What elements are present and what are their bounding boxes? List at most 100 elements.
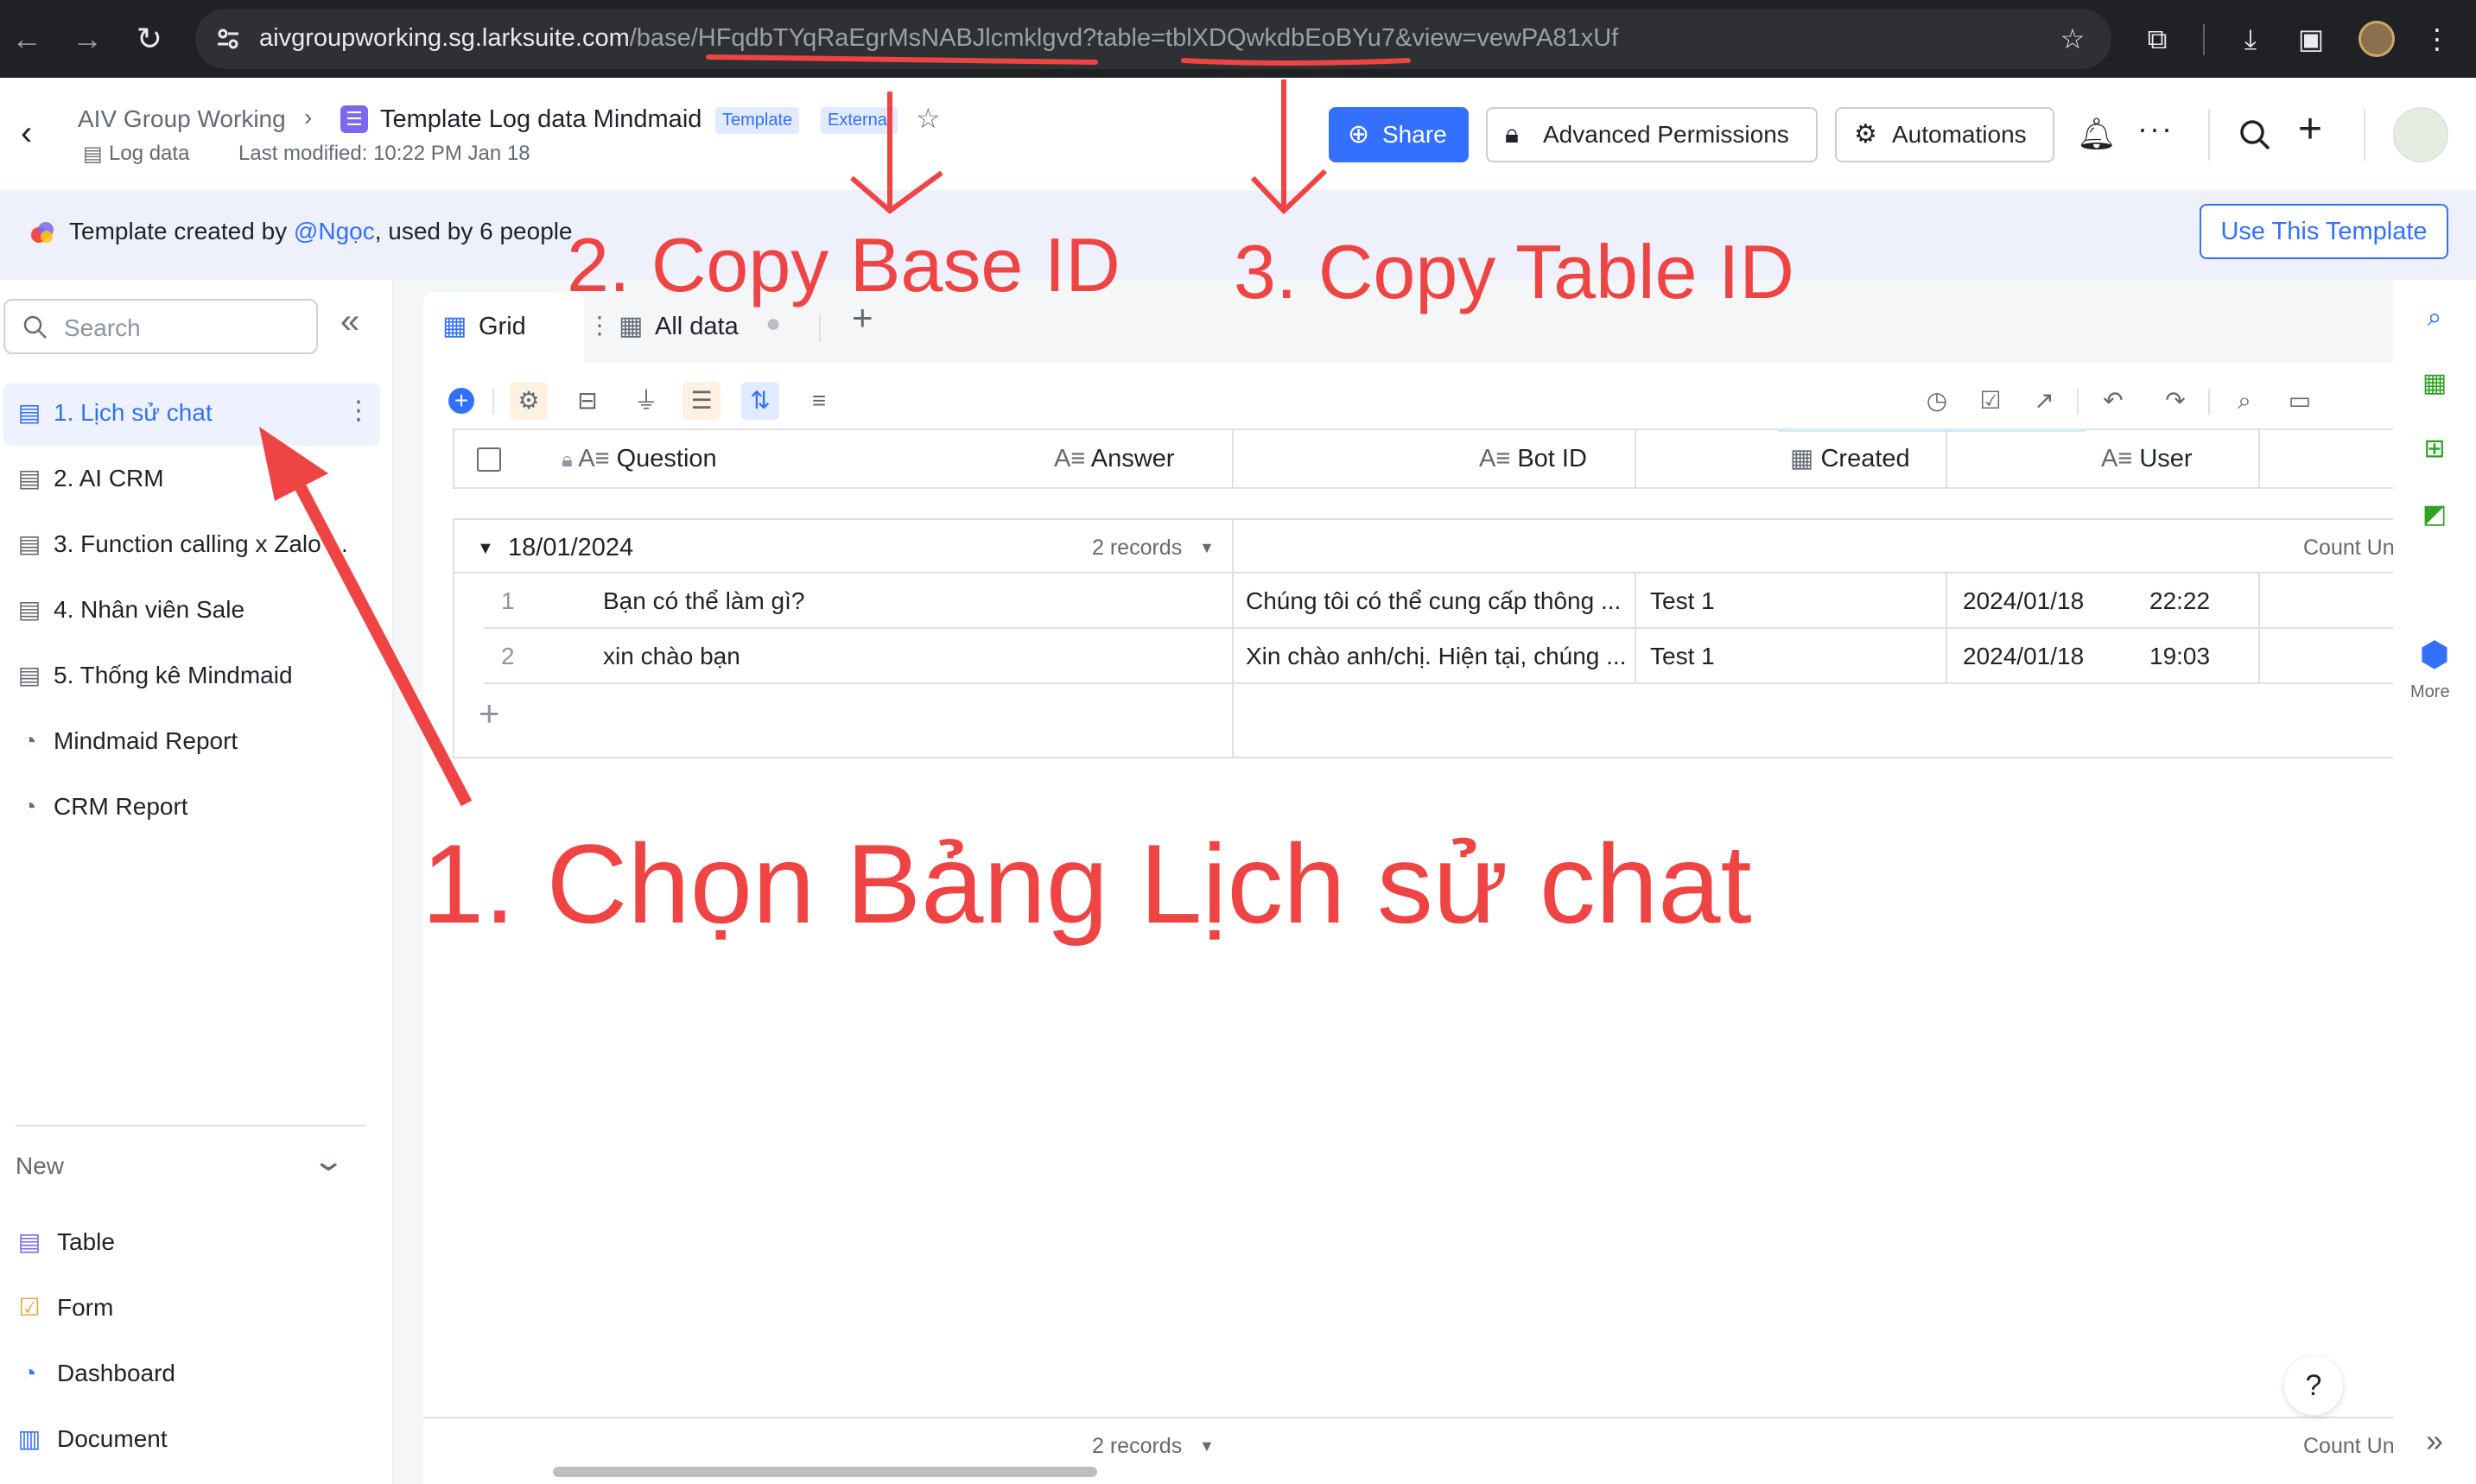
row-height-icon[interactable]: ≡ <box>800 382 838 420</box>
tab-all-data-label: All data <box>655 313 739 340</box>
sidebar-item-label: Mindmaid Report <box>54 727 238 754</box>
select-all-checkbox[interactable] <box>477 447 501 472</box>
add-icon[interactable]: + <box>2298 105 2322 153</box>
plugin-cube-icon[interactable]: ⬢ <box>2414 634 2455 675</box>
share-view-icon[interactable]: ↗ <box>2025 382 2063 420</box>
new-document-button[interactable]: ▥ Document <box>3 1410 380 1472</box>
comment-icon[interactable]: ▭ <box>2281 382 2319 420</box>
more-options-icon[interactable]: ··· <box>2137 111 2174 147</box>
filter-view-icon[interactable]: ⊟ <box>568 382 606 420</box>
notification-bell-icon[interactable]: 🔔︎ <box>2077 116 2117 152</box>
divider <box>2203 24 2205 55</box>
new-form-button[interactable]: ☑ Form <box>3 1278 380 1341</box>
horizontal-scrollbar[interactable] <box>553 1467 1097 1477</box>
extensions-icon[interactable]: ⧉ <box>2139 21 2175 57</box>
footer-record-count[interactable]: 2 records <box>1092 1434 1182 1459</box>
help-icon[interactable]: ? <box>2284 1356 2343 1415</box>
cell-answer[interactable]: Xin chào anh/chị. Hiện tại, chúng ... <box>1246 629 1626 684</box>
column-created[interactable]: ▦ Created <box>1790 428 1910 489</box>
divider <box>2208 389 2210 415</box>
search-input[interactable]: Search <box>3 299 318 354</box>
search-records-icon[interactable]: ⌕ <box>2225 382 2263 420</box>
back-arrow-icon[interactable]: ← <box>7 19 47 59</box>
column-divider <box>1946 428 1947 489</box>
sheet-icon[interactable]: ▦ <box>2414 363 2455 404</box>
column-answer[interactable]: A≡ Answer <box>1054 428 1174 489</box>
advanced-permissions-button[interactable]: 🔒︎ Advanced Permissions <box>1486 107 1818 162</box>
cell-created-time[interactable]: 19:03 <box>2149 629 2210 684</box>
share-label: Share <box>1382 121 1447 148</box>
site-settings-icon[interactable] <box>214 25 242 53</box>
favorite-star-icon[interactable]: ☆ <box>916 102 941 135</box>
sidebar-item-lich-su-chat[interactable]: ▤ 1. Lịch sử chat ⋮ <box>3 384 380 446</box>
more-vertical-icon[interactable]: ⋮ <box>346 396 371 426</box>
cell-bot-id[interactable]: Test 1 <box>1650 629 1935 684</box>
chevron-down-icon[interactable]: ⌄ <box>311 1144 346 1178</box>
filter-icon[interactable]: ⏚ <box>627 382 665 420</box>
group-count[interactable]: 2 records <box>1092 536 1182 561</box>
undo-icon[interactable]: ↶ <box>2094 382 2132 420</box>
table-icon: ▤ <box>17 596 41 623</box>
cell-answer[interactable]: Chúng tôi có thể cung cấp thông ... <box>1246 574 1626 629</box>
expand-rail-icon[interactable]: » <box>2414 1420 2455 1462</box>
cell-created-date[interactable]: 2024/01/18 <box>1963 629 2084 684</box>
column-divider <box>1946 574 1947 682</box>
template-info: Template created by @Ngọc, used by 6 peo… <box>69 218 573 245</box>
footer-dropdown-icon[interactable]: ▼ <box>1199 1437 1215 1455</box>
reload-icon[interactable]: ↻ <box>130 19 169 59</box>
sidebar-item-crm-report[interactable]: ◔ CRM Report <box>3 777 380 840</box>
browser-menu-icon[interactable]: ⋮ <box>2419 21 2455 57</box>
sort-icon[interactable]: ⇅ <box>741 382 779 420</box>
sidebar-item-thong-ke-mindmaid[interactable]: ▤ 5. Thống kê Mindmaid <box>3 646 380 708</box>
cell-bot-id[interactable]: Test 1 <box>1650 574 1935 629</box>
group-count-dropdown-icon[interactable]: ▼ <box>1199 539 1215 557</box>
share-button[interactable]: ⊕ Share <box>1329 107 1469 162</box>
history-icon[interactable]: ◷ <box>1918 382 1956 420</box>
redo-icon[interactable]: ↷ <box>2156 382 2194 420</box>
use-template-button[interactable]: Use This Template <box>2200 204 2448 259</box>
breadcrumb-workspace[interactable]: AIV Group Working <box>78 105 286 133</box>
tab-grid[interactable]: ▦ Grid ⋮ <box>423 292 612 363</box>
doc-title[interactable]: Template Log data Mindmaid <box>380 105 702 134</box>
footer-count-unique[interactable]: Count Un <box>2303 1434 2395 1459</box>
back-icon[interactable]: ‹ <box>21 114 32 153</box>
add-record-icon[interactable]: + <box>442 382 480 420</box>
collapse-sidebar-icon[interactable]: « <box>340 302 359 341</box>
column-bot-id[interactable]: A≡ Bot ID <box>1479 428 1587 489</box>
cell-created-date[interactable]: 2024/01/18 <box>1963 574 2084 629</box>
chart-icon[interactable]: ◩ <box>2414 494 2455 536</box>
profile-avatar[interactable] <box>2359 21 2395 57</box>
dashboard-icon: ◔ <box>22 727 37 754</box>
column-user[interactable]: A≡ User <box>2101 428 2193 489</box>
bookmark-star-icon[interactable]: ☆ <box>2054 21 2091 57</box>
cell-question[interactable]: Bạn có thể làm gì? <box>603 574 1225 629</box>
sidebar-item-function-calling[interactable]: ▤ 3. Function calling x Zalo ... <box>3 515 380 577</box>
automations-button[interactable]: ⚙ Automations <box>1835 107 2054 162</box>
template-author-link[interactable]: @Ngọc <box>294 218 375 244</box>
cell-created-time[interactable]: 22:22 <box>2149 574 2210 629</box>
search-icon[interactable] <box>2238 117 2272 152</box>
column-divider <box>1635 428 1636 489</box>
column-question[interactable]: 🔒︎ A≡ Question <box>562 428 717 489</box>
group-count-unique[interactable]: Count Un <box>2303 536 2395 561</box>
user-avatar[interactable] <box>2393 107 2448 162</box>
import-icon[interactable]: ⊞ <box>2414 428 2455 470</box>
download-icon[interactable]: ⤓ <box>2232 21 2269 57</box>
record-search-icon[interactable]: ⌕ <box>2414 297 2455 339</box>
forward-arrow-icon[interactable]: → <box>67 19 107 59</box>
checklist-icon[interactable]: ☑ <box>1971 382 2009 420</box>
divider <box>492 389 494 415</box>
side-panel-icon[interactable]: ▣ <box>2293 21 2329 57</box>
group-icon[interactable]: ☰ <box>682 382 721 420</box>
cell-question[interactable]: xin chào bạn <box>603 629 1225 684</box>
sidebar-item-ai-crm[interactable]: ▤ 2. AI CRM <box>3 449 380 511</box>
add-row-icon[interactable]: + <box>479 693 500 734</box>
field-settings-icon[interactable]: ⚙ <box>510 382 548 420</box>
group-collapse-icon[interactable]: ▼ <box>477 539 494 559</box>
new-dashboard-button[interactable]: ◔ Dashboard <box>3 1344 380 1406</box>
more-label[interactable]: More <box>2410 682 2450 702</box>
address-bar[interactable]: aivgroupworking.sg.larksuite.com/base/HF… <box>195 9 2111 69</box>
sidebar-item-nhan-vien-sale[interactable]: ▤ 4. Nhân viên Sale <box>3 580 380 643</box>
new-table-button[interactable]: ▤ Table <box>3 1213 380 1275</box>
sidebar-item-mindmaid-report[interactable]: ◔ Mindmaid Report <box>3 712 380 774</box>
